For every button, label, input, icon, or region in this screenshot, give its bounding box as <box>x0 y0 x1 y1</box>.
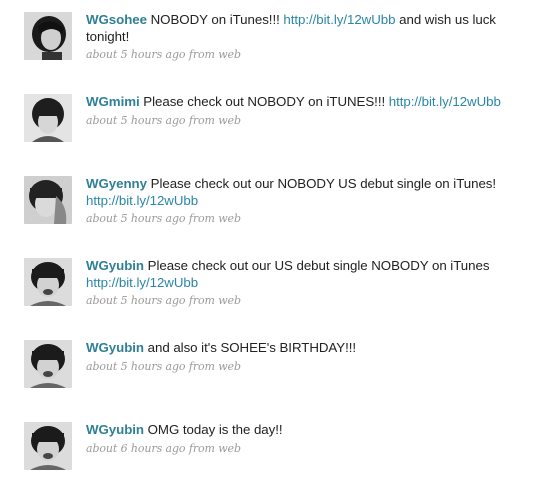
tweet-text: Please check out our NOBODY US debut sin… <box>146 176 497 191</box>
timestamp-link[interactable]: about 5 hours ago <box>86 48 186 61</box>
tweet-item: WGmimi Please check out NOBODY on iTUNES… <box>0 94 545 160</box>
timestamp-link[interactable]: about 5 hours ago <box>86 360 186 373</box>
tweet-meta: about 5 hours ago from web <box>86 293 506 309</box>
username-link[interactable]: WGyubin <box>86 258 144 273</box>
from-label: from <box>188 359 215 373</box>
profile-photo-icon <box>24 12 72 60</box>
timestamp-link[interactable]: about 5 hours ago <box>86 294 186 307</box>
source-link[interactable]: web <box>218 212 241 225</box>
username-link[interactable]: WGyubin <box>86 340 144 355</box>
from-label: from <box>188 294 215 307</box>
from-label: from <box>188 113 215 127</box>
avatar[interactable] <box>24 94 72 142</box>
timestamp-link[interactable]: about 5 hours ago <box>86 212 186 225</box>
avatar[interactable] <box>24 258 72 306</box>
tweet-item: WGsohee NOBODY on iTunes!!! http://bit.l… <box>0 12 545 78</box>
tweet-meta: about 5 hours ago from web <box>86 211 506 227</box>
tweet-meta: about 6 hours ago from web <box>86 441 506 457</box>
tweet-meta: about 5 hours ago from web <box>86 359 506 375</box>
source-link[interactable]: web <box>218 294 241 307</box>
tweet-item: WGyenny Please check out our NOBODY US d… <box>0 176 545 242</box>
from-label: from <box>188 48 215 61</box>
profile-photo-icon <box>24 422 72 470</box>
username-link[interactable]: WGsohee <box>86 12 147 27</box>
tweet-item: WGyubin OMG today is the day!! about 6 h… <box>0 422 545 488</box>
tweet-text: NOBODY on iTunes!!! <box>146 12 284 27</box>
tweet-text: OMG today is the day!! <box>144 422 283 437</box>
source-link[interactable]: web <box>218 114 241 127</box>
username-link[interactable]: WGmimi <box>86 94 140 109</box>
tweet-item: WGyubin and also it's SOHEE's BIRTHDAY!!… <box>0 340 545 406</box>
tweet-url-link[interactable]: http://bit.ly/12wUbb <box>86 193 198 208</box>
avatar[interactable] <box>24 12 72 60</box>
tweet-url-link[interactable]: http://bit.ly/12wUbb <box>86 275 198 290</box>
avatar[interactable] <box>24 176 72 224</box>
avatar[interactable] <box>24 422 72 470</box>
tweet-url-link[interactable]: http://bit.ly/12wUbb <box>283 12 395 27</box>
source-link[interactable]: web <box>218 48 241 61</box>
profile-photo-icon <box>24 176 72 224</box>
timestamp-link[interactable]: about 5 hours ago <box>86 114 186 127</box>
tweet-meta: about 5 hours ago from web <box>86 113 506 129</box>
profile-photo-icon <box>24 94 72 142</box>
tweet-text: and also it's SOHEE's BIRTHDAY!!! <box>144 340 357 355</box>
timestamp-link[interactable]: about 6 hours ago <box>86 442 186 455</box>
tweet-meta: about 5 hours ago from web <box>86 47 506 63</box>
tweet-text: Please check out NOBODY on iTUNES!!! <box>139 94 389 109</box>
source-link[interactable]: web <box>218 442 241 455</box>
avatar[interactable] <box>24 340 72 388</box>
profile-photo-icon <box>24 258 72 306</box>
from-label: from <box>188 212 215 225</box>
tweet-url-link[interactable]: http://bit.ly/12wUbb <box>389 94 501 109</box>
tweet-item: WGyubin Please check out our US debut si… <box>0 258 545 324</box>
source-link[interactable]: web <box>218 360 241 373</box>
username-link[interactable]: WGyenny <box>86 176 147 191</box>
tweet-text: Please check out our US debut single NOB… <box>144 258 490 273</box>
from-label: from <box>188 441 215 455</box>
profile-photo-icon <box>24 340 72 388</box>
username-link[interactable]: WGyubin <box>86 422 144 437</box>
